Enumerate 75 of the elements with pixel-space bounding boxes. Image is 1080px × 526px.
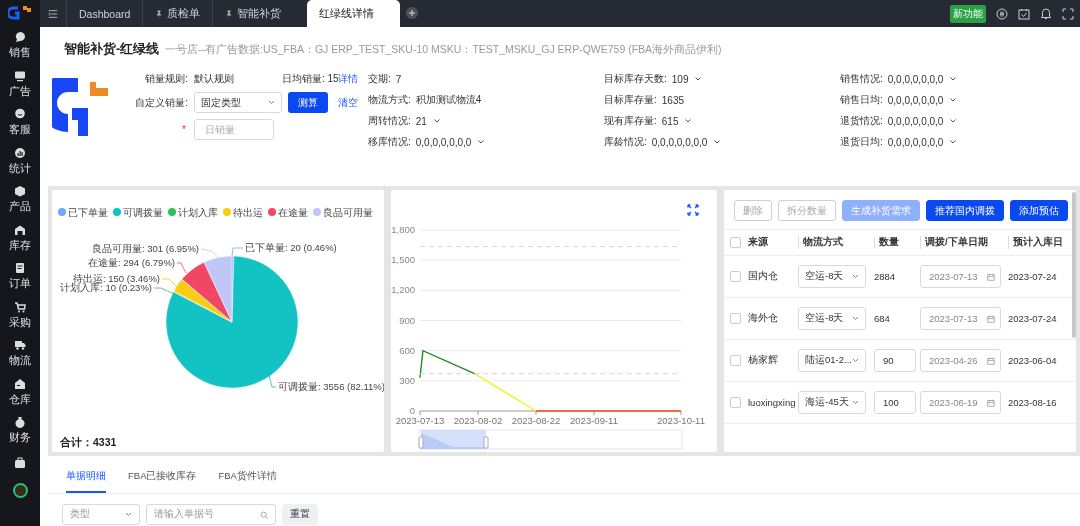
axis-label: 1,500 — [391, 254, 415, 266]
axis-label: 2023-10-11 — [657, 415, 705, 426]
column-header: 物流方式 — [798, 236, 874, 249]
axis-label: 0 — [409, 405, 415, 416]
table-cell-text: 海外仓 — [748, 312, 779, 325]
data-label: 在途量: 294 (6.79%) — [87, 257, 175, 268]
axis-label: 2023-09-11 — [570, 415, 618, 426]
legend-label: 计划入库 — [178, 206, 218, 218]
info-value: 0,0,0,0,0,0,0 — [887, 73, 944, 85]
legend-label: 良品可用量 — [323, 206, 373, 218]
legend-item: 在途量 — [268, 206, 308, 218]
legend-item: 待出运 — [223, 206, 263, 218]
column-header: 数量 — [874, 236, 920, 249]
data-label: 可调拨量: 3556 (82.11%) — [278, 381, 384, 392]
info-label: 目标库存天数: — [604, 72, 667, 86]
info-label: 交期: — [368, 72, 391, 86]
info-value: 109 — [671, 73, 689, 85]
info-label: 目标库存量: — [604, 93, 657, 107]
info-value: 615 — [661, 115, 679, 127]
column-header: 来源 — [748, 236, 769, 249]
info-label: 销售日均: — [840, 93, 883, 107]
table-cell-text: 杨家辉 — [748, 354, 779, 367]
field-label: 销量规则: — [144, 72, 189, 86]
info-value: 0,0,0,0,0,0,0 — [415, 136, 472, 148]
info-value: 21 — [415, 115, 427, 127]
axis-label: 300 — [399, 374, 415, 386]
info-label: 退货情况: — [840, 114, 883, 128]
info-label: 周转情况: — [368, 114, 411, 128]
axis-label: 1,800 — [391, 224, 415, 235]
info-label: 库龄情况: — [604, 135, 647, 149]
axis-label: 900 — [399, 314, 415, 326]
legend-item: 良品可用量 — [313, 206, 373, 218]
legend-item: 已下单量 — [58, 206, 108, 218]
info-value: 0,0,0,0,0,0,0 — [651, 136, 708, 148]
info-value: 1635 — [661, 94, 685, 106]
info-value: 7 — [395, 73, 402, 85]
data-label: 良品可用量: 301 (6.95%) — [91, 243, 199, 254]
table-cell-text: 2023-07-24 — [1008, 313, 1058, 324]
info-label: 销售情况: — [840, 72, 883, 86]
legend-item: 计划入库 — [168, 206, 218, 218]
table-cell-text: luoxingxing — [748, 397, 797, 408]
column-header: 调拨/下单日期 — [920, 236, 1008, 249]
total-text: 合计：4331 — [60, 436, 118, 450]
legend-label: 可调拨量 — [123, 206, 163, 218]
table-cell-text: 2023-07-24 — [1008, 271, 1058, 282]
product-info: 一号店--有广告数据:US_FBA：GJ ERP_TEST_SKU-10 MSKU：TEST_MSKU_GJ ERP-QWE759 (FBA海外商品伊利) — [165, 43, 722, 57]
axis-label: 1,200 — [391, 284, 415, 296]
legend-label: 待出运 — [233, 206, 263, 218]
legend-label: 在途量 — [278, 206, 308, 218]
info-label: 移库情况: — [368, 135, 411, 149]
legend-item: 可调拨量 — [113, 206, 163, 218]
axis-label: 2023-08-02 — [453, 415, 503, 426]
table-cell-text: 国内仓 — [748, 270, 779, 283]
axis-label: 2023-08-22 — [511, 415, 561, 426]
info-value: 0,0,0,0,0,0,0 — [887, 115, 944, 127]
field-label: 日均销量: 15 — [282, 72, 338, 86]
axis-label: 2023-07-13 — [395, 415, 445, 426]
info-label: 物流方式: — [368, 93, 411, 107]
page-title: 智能补货-红绿线 — [64, 41, 160, 58]
info-label: 现有库存量: — [604, 114, 657, 128]
table-cell-text: 2884 — [874, 271, 897, 282]
legend-label: 已下单量 — [68, 206, 108, 218]
table-cell-text: 2023-06-04 — [1008, 355, 1058, 366]
axis-label: 600 — [399, 344, 415, 356]
info-value: 0,0,0,0,0,0,0 — [887, 136, 944, 148]
info-value: 0,0,0,0,0,0,0 — [887, 94, 944, 106]
field-value: 默认规则 — [194, 72, 235, 86]
data-label: 待出运: 150 (3.46%) — [72, 273, 160, 284]
table-cell-text: 2023-08-16 — [1008, 397, 1058, 408]
data-label: 已下单量: 20 (0.46%) — [245, 242, 337, 253]
table-cell-text: 684 — [874, 313, 891, 324]
field-label: 自定义销量: — [134, 95, 189, 110]
info-value: 积加测试物流4 — [415, 93, 482, 107]
required-mark: * — [181, 124, 187, 135]
info-label: 退货日均: — [840, 135, 883, 149]
